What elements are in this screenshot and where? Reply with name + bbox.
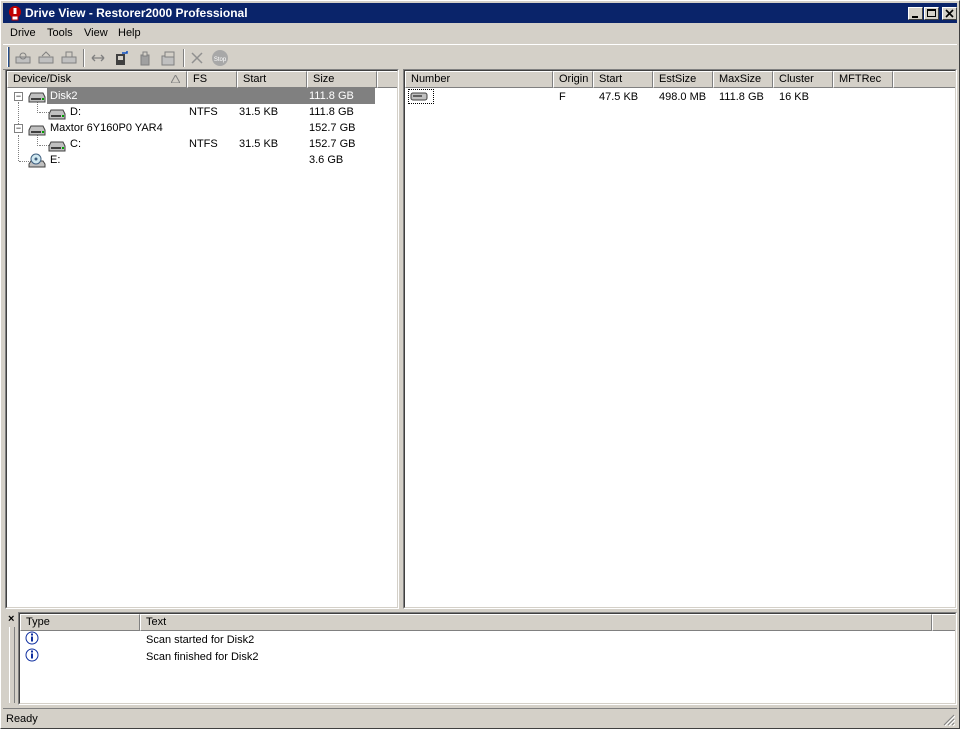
tree-cell-size: 152.7 GB bbox=[309, 138, 356, 150]
tree-row[interactable]: Maxtor 6Y160P0 YAR4 bbox=[50, 120, 163, 136]
main-window: Drive View - Restorer2000 Professional D… bbox=[0, 0, 960, 729]
scan-drive-button[interactable] bbox=[13, 48, 33, 68]
tree-cell-size: 111.8 GB bbox=[309, 90, 354, 102]
arrows-horizontal-icon bbox=[91, 54, 105, 62]
app-icon bbox=[9, 6, 21, 21]
create-image-icon bbox=[116, 51, 128, 65]
svg-text:Stop: Stop bbox=[214, 57, 227, 63]
col-filler bbox=[932, 614, 955, 631]
log-panel: Type Text Scan started for Disk2 Scan fi… bbox=[18, 612, 957, 705]
menu-help[interactable]: Help bbox=[118, 27, 141, 39]
col-mftrec[interactable]: MFTRec bbox=[833, 71, 893, 88]
open-scan-button[interactable] bbox=[36, 48, 56, 68]
stop-icon: Stop bbox=[212, 50, 228, 66]
stop-button[interactable]: Stop bbox=[210, 48, 230, 68]
tree-row[interactable]: Disk2 bbox=[50, 88, 78, 104]
col-filler bbox=[893, 71, 955, 88]
tree-cell-fs: NTFS bbox=[189, 138, 218, 150]
create-region-button[interactable] bbox=[158, 48, 178, 68]
toolbar: Stop bbox=[3, 44, 957, 70]
partition-icon bbox=[48, 109, 66, 120]
connect-remote-button[interactable] bbox=[88, 48, 108, 68]
partition-cell-estsize: 498.0 MB bbox=[659, 91, 707, 103]
tree-row[interactable]: C: bbox=[70, 136, 81, 152]
menu-tools[interactable]: Tools bbox=[47, 27, 73, 39]
status-text: Ready bbox=[6, 713, 38, 725]
tree-row[interactable]: E: bbox=[50, 152, 60, 168]
status-bar: Ready bbox=[3, 708, 957, 728]
window-title: Drive View - Restorer2000 Professional bbox=[25, 6, 248, 20]
col-text[interactable]: Text bbox=[140, 614, 932, 631]
tree-cell-start: 31.5 KB bbox=[239, 138, 279, 150]
col-device-disk-label: Device/Disk bbox=[13, 73, 72, 85]
partition-icon bbox=[48, 141, 66, 152]
partition-cell-maxsize: 111.8 GB bbox=[719, 91, 764, 103]
minimize-icon bbox=[912, 16, 918, 18]
partition-cell-start: 47.5 KB bbox=[599, 91, 639, 103]
col-type[interactable]: Type bbox=[20, 614, 140, 631]
col-start[interactable]: Start bbox=[237, 71, 307, 88]
col-fs[interactable]: FS bbox=[187, 71, 237, 88]
log-row-text: Scan finished for Disk2 bbox=[146, 651, 259, 663]
close-button[interactable] bbox=[942, 7, 957, 20]
tree-cell-size: 152.7 GB bbox=[309, 122, 356, 134]
hard-disk-icon bbox=[28, 92, 46, 103]
info-icon bbox=[25, 648, 39, 662]
tree-cell-size: 111.8 GB bbox=[309, 106, 354, 118]
save-scan-icon bbox=[61, 51, 77, 64]
partition-cell-origin: F bbox=[559, 91, 566, 103]
col-estsize[interactable]: EstSize bbox=[653, 71, 713, 88]
close-icon bbox=[945, 9, 954, 18]
toolbar-separator bbox=[183, 49, 185, 67]
col-number[interactable]: Number bbox=[405, 71, 553, 88]
col-filler bbox=[377, 71, 397, 88]
log-row-text: Scan started for Disk2 bbox=[146, 634, 255, 646]
open-image-icon bbox=[140, 51, 150, 66]
log-close-button[interactable]: × bbox=[8, 613, 14, 625]
collapse-toggle[interactable]: − bbox=[14, 124, 23, 133]
collapse-toggle[interactable]: − bbox=[14, 92, 23, 101]
partition-row-focus[interactable] bbox=[408, 89, 434, 104]
col-start[interactable]: Start bbox=[593, 71, 653, 88]
tree-row[interactable]: D: bbox=[70, 104, 81, 120]
tree-cell-fs: NTFS bbox=[189, 106, 218, 118]
menu-drive[interactable]: Drive bbox=[10, 27, 36, 39]
open-scan-icon bbox=[38, 51, 54, 64]
tree-line bbox=[18, 135, 19, 161]
tree-cell-start: 31.5 KB bbox=[239, 106, 279, 118]
delete-x-icon bbox=[191, 52, 203, 64]
partitions-panel: Number Origin Start EstSize MaxSize Clus… bbox=[403, 69, 957, 609]
maximize-button[interactable] bbox=[924, 7, 939, 20]
hard-disk-icon bbox=[28, 125, 46, 136]
create-image-button[interactable] bbox=[111, 48, 131, 68]
col-maxsize[interactable]: MaxSize bbox=[713, 71, 773, 88]
maximize-icon bbox=[927, 9, 936, 17]
toolbar-grip[interactable] bbox=[7, 47, 10, 67]
col-device-disk[interactable]: Device/Disk bbox=[7, 71, 187, 88]
title-bar[interactable]: Drive View - Restorer2000 Professional bbox=[3, 3, 957, 23]
resize-grip-icon[interactable] bbox=[943, 714, 955, 726]
col-cluster[interactable]: Cluster bbox=[773, 71, 833, 88]
toolbar-separator bbox=[83, 49, 85, 67]
sort-ascending-icon bbox=[171, 75, 180, 83]
menu-bar: Drive Tools View Help bbox=[3, 24, 957, 43]
partition-icon bbox=[410, 92, 428, 101]
col-size[interactable]: Size bbox=[307, 71, 377, 88]
partition-cell-cluster: 16 KB bbox=[779, 91, 809, 103]
open-image-button[interactable] bbox=[135, 48, 155, 68]
create-region-icon bbox=[161, 51, 175, 66]
log-grip[interactable] bbox=[9, 627, 15, 703]
menu-view[interactable]: View bbox=[84, 27, 108, 39]
save-scan-button[interactable] bbox=[59, 48, 79, 68]
drive-tree-panel: Device/Disk FS Start Size − Disk2 111.8 … bbox=[5, 69, 399, 609]
minimize-button[interactable] bbox=[908, 7, 923, 20]
cd-drive-icon bbox=[28, 153, 46, 168]
info-icon bbox=[25, 631, 39, 645]
scan-drive-icon bbox=[15, 52, 31, 64]
tree-cell-size: 3.6 GB bbox=[309, 154, 344, 166]
col-origin[interactable]: Origin bbox=[553, 71, 593, 88]
delete-button[interactable] bbox=[187, 48, 207, 68]
